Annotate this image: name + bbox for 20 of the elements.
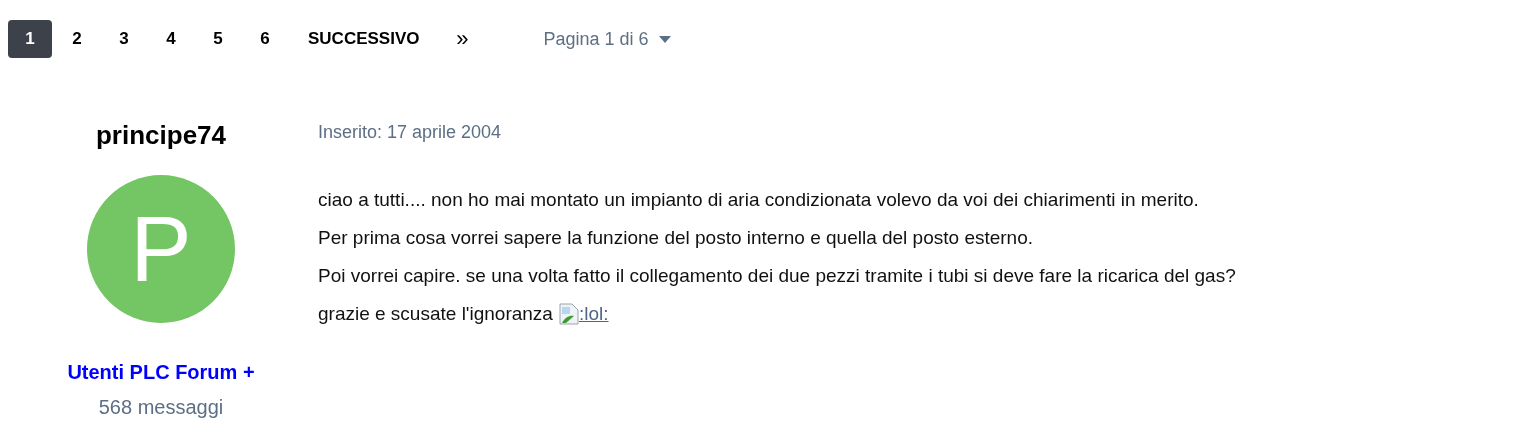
emoticon-link[interactable]: :lol: bbox=[578, 295, 609, 333]
user-group: Utenti PLC Forum + bbox=[67, 361, 255, 384]
page-button[interactable]: 1 bbox=[8, 20, 52, 58]
next-button[interactable]: SUCCESSIVO bbox=[296, 20, 432, 58]
post-text: grazie e scusate l'ignoranza bbox=[318, 302, 553, 326]
post-text: Poi vorrei capire. se una volta fatto il collegamento dei due pezzi tramite i tubi si deve fare la ricarica del gas? bbox=[318, 264, 1236, 288]
post-date: Inserito: 17 aprile 2004 bbox=[318, 122, 503, 143]
last-page-button[interactable]: » bbox=[440, 20, 485, 58]
page-button[interactable]: 6 bbox=[243, 20, 287, 58]
page-jump-dropdown[interactable]: Pagina 1 di 6 bbox=[537, 27, 677, 51]
post-text: Per prima cosa vorrei sapere la funzione del posto interno e quella del posto esterno. bbox=[318, 226, 1035, 250]
page-button[interactable]: 4 bbox=[149, 20, 193, 58]
caret-icon bbox=[658, 35, 671, 43]
page-button[interactable]: 3 bbox=[102, 20, 146, 58]
post-text: ciao a tutti.... non ho mai montato un impianto di aria condizionata volevo da voi dei chiarimenti in merito. bbox=[318, 188, 1200, 212]
page-button[interactable]: 2 bbox=[55, 20, 99, 58]
page-button[interactable]: 5 bbox=[196, 20, 240, 58]
broken-image-icon bbox=[558, 303, 579, 325]
post-count: 568 messaggi bbox=[98, 396, 224, 419]
author-name[interactable]: principe74 bbox=[95, 120, 227, 151]
